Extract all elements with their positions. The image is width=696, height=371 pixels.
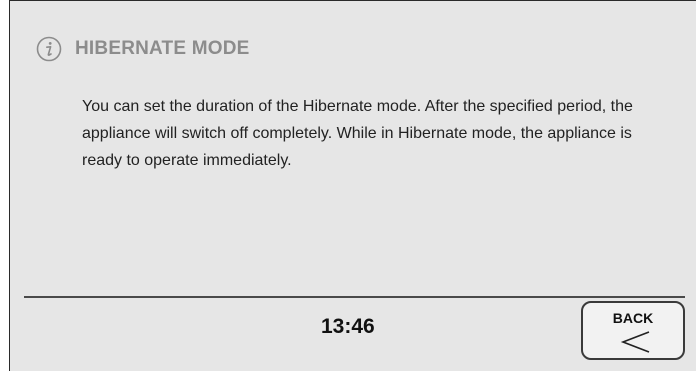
description-text: You can set the duration of the Hibernat…: [82, 98, 633, 169]
info-icon: [36, 36, 62, 62]
header: HIBERNATE MODE: [36, 34, 250, 64]
clock-time: 13:46: [321, 315, 375, 338]
back-button[interactable]: BACK: [581, 301, 685, 360]
hibernate-mode-screen: HIBERNATE MODE You can set the duration …: [9, 0, 696, 371]
page-title: HIBERNATE MODE: [75, 38, 250, 59]
footer-divider: [24, 296, 685, 298]
back-button-label: BACK: [612, 310, 654, 326]
chevron-left-icon: [620, 331, 650, 353]
